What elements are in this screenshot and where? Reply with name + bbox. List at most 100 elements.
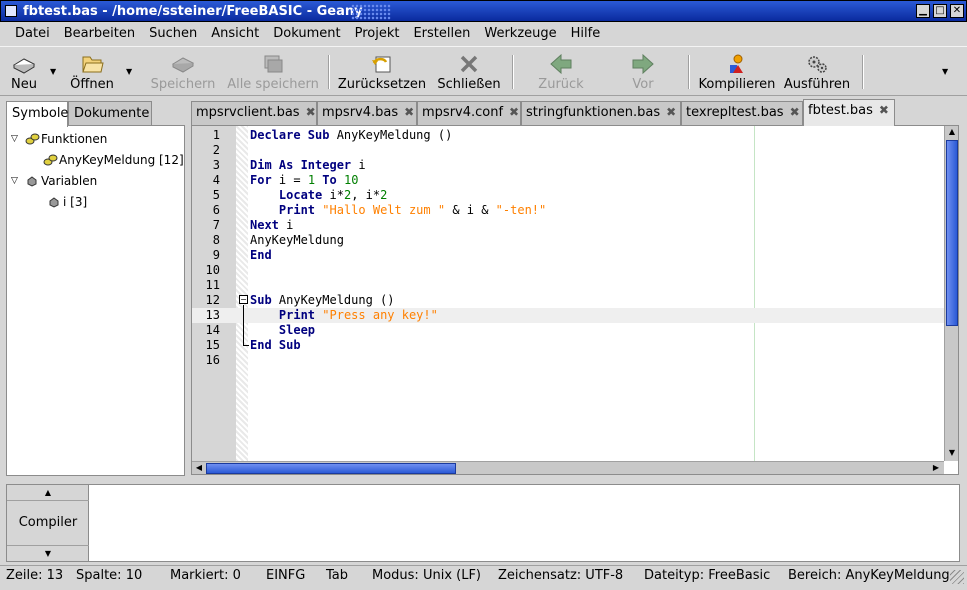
code-line[interactable]: 4 For i = 1 To 10 <box>192 173 944 188</box>
open-button[interactable]: Öffnen <box>66 51 118 95</box>
run-button[interactable]: Ausführen <box>782 51 852 95</box>
menu-bearbeiten[interactable]: Bearbeiten <box>57 26 142 41</box>
code-token: "-ten!" <box>495 203 547 217</box>
maximize-button[interactable]: □ <box>933 4 947 18</box>
compile-button[interactable]: Kompilieren <box>698 51 776 95</box>
forward-button[interactable]: Vor <box>608 51 678 95</box>
open-label: Öffnen <box>70 77 114 92</box>
revert-button[interactable]: Zurücksetzen <box>336 51 428 95</box>
save-button[interactable]: Speichern <box>148 51 218 95</box>
code-line[interactable]: 5 Locate i*2, i*2 <box>192 188 944 203</box>
menu-suchen[interactable]: Suchen <box>142 26 204 41</box>
menu-hilfe[interactable]: Hilfe <box>564 26 608 41</box>
line-number: 6 <box>212 203 220 217</box>
scroll-left-arrow[interactable]: ◀ <box>193 463 205 472</box>
tree-item-funktionen[interactable]: ▽ Funktionen <box>11 130 107 148</box>
close-tab-icon[interactable]: ✖ <box>666 105 676 119</box>
expander-open-icon[interactable]: ▽ <box>11 134 23 144</box>
code-line[interactable]: 1 Declare Sub AnyKeyMeldung () <box>192 128 944 143</box>
code-token: 2 <box>380 188 388 202</box>
close-tab-icon[interactable]: ✖ <box>790 105 800 119</box>
code-line[interactable]: 2 <box>192 143 944 158</box>
scroll-right-arrow[interactable]: ▶ <box>930 463 942 472</box>
vertical-scrollbar[interactable]: ▲ ▼ <box>944 126 958 461</box>
app-icon[interactable] <box>5 5 17 17</box>
tab-scroll-down-icon[interactable]: ▼ <box>7 545 89 561</box>
fold-collapse-icon[interactable]: − <box>239 295 248 304</box>
tree-item-anykeymeldung[interactable]: AnyKeyMeldung [12] <box>41 151 184 169</box>
tab-fbtest[interactable]: fbtest.bas ✖ <box>803 99 895 126</box>
code-line[interactable]: 7 Next i <box>192 218 944 233</box>
code-editor[interactable]: 1 Declare Sub AnyKeyMeldung () 2 3 Dim As In… <box>191 125 959 475</box>
toolbar-overflow-arrow[interactable]: ▼ <box>942 67 948 76</box>
code-line[interactable]: 9 End <box>192 248 944 263</box>
close-tab-icon[interactable]: ✖ <box>306 105 316 119</box>
code-line[interactable]: 14 Sleep <box>192 323 944 338</box>
code-line[interactable]: 8 AnyKeyMeldung <box>192 233 944 248</box>
vertical-scroll-thumb[interactable] <box>946 140 958 326</box>
close-tab-icon[interactable]: ✖ <box>509 105 519 119</box>
tab-label: mpsrv4.bas <box>322 105 399 120</box>
line-number: 7 <box>212 218 220 232</box>
code-token: i <box>278 218 294 232</box>
code-line[interactable]: 15 End Sub <box>192 338 944 353</box>
code-line[interactable]: 10 <box>192 263 944 278</box>
close-button[interactable]: Schließen <box>436 51 502 95</box>
tab-scroll-up-icon[interactable]: ▲ <box>7 485 89 501</box>
run-label: Ausführen <box>783 77 851 92</box>
code-line[interactable]: 16 <box>192 353 944 368</box>
code-token: Sub <box>250 293 272 307</box>
expander-open-icon[interactable]: ▽ <box>11 176 23 186</box>
close-tab-icon[interactable]: ✖ <box>404 105 414 119</box>
back-button[interactable]: Zurück <box>526 51 596 95</box>
compile-label: Kompilieren <box>698 77 776 92</box>
menu-projekt[interactable]: Projekt <box>348 26 407 41</box>
code-line[interactable]: 12 Sub AnyKeyMeldung () <box>192 293 944 308</box>
scroll-down-arrow[interactable]: ▼ <box>946 448 958 457</box>
new-dropdown-arrow[interactable]: ▼ <box>50 67 56 76</box>
code-token: End <box>250 248 272 262</box>
toolbar-separator <box>862 55 864 89</box>
horizontal-scroll-thumb[interactable] <box>206 463 456 474</box>
resize-grip[interactable] <box>950 570 964 584</box>
menu-ansicht[interactable]: Ansicht <box>204 26 266 41</box>
code-token: Dim As Integer <box>250 158 352 172</box>
symbol-tree: ▽ Funktionen AnyKeyMeldung [12] ▽ Variab… <box>6 125 185 476</box>
message-tabs: ▲ Compiler ▼ <box>7 485 89 561</box>
menu-dokument[interactable]: Dokument <box>266 26 347 41</box>
menu-erstellen[interactable]: Erstellen <box>406 26 477 41</box>
tab-mpsrv4-conf[interactable]: mpsrv4.conf ✖ <box>417 101 521 125</box>
scroll-up-arrow[interactable]: ▲ <box>946 127 958 136</box>
menu-datei[interactable]: Datei <box>8 26 57 41</box>
tab-symbole[interactable]: Symbole <box>6 101 68 127</box>
code-token: i <box>351 158 366 172</box>
menu-werkzeuge[interactable]: Werkzeuge <box>477 26 563 41</box>
tab-mpsrv4-bas[interactable]: mpsrv4.bas ✖ <box>317 101 417 125</box>
close-window-button[interactable]: ✕ <box>950 4 964 18</box>
minimize-button[interactable]: ▁ <box>916 4 930 18</box>
close-tab-icon[interactable]: ✖ <box>879 103 889 117</box>
tab-stringfunktionen[interactable]: stringfunktionen.bas ✖ <box>521 101 681 125</box>
save-all-button[interactable]: Alle speichern <box>226 51 320 95</box>
code-text: Sub AnyKeyMeldung () <box>250 293 395 308</box>
status-scope: Bereich: AnyKeyMeldung <box>788 568 950 583</box>
code-token: 10 <box>343 173 359 187</box>
code-line[interactable]: 11 <box>192 278 944 293</box>
tab-mpsrvclient[interactable]: mpsrvclient.bas ✖ <box>191 101 317 125</box>
new-file-icon <box>12 58 36 74</box>
tab-texrepltest[interactable]: texrepltest.bas ✖ <box>681 101 803 125</box>
new-button[interactable]: Neu <box>4 51 44 95</box>
tab-compiler[interactable]: Compiler <box>7 515 89 530</box>
horizontal-scrollbar[interactable]: ◀ ▶ <box>192 461 944 474</box>
line-number: 14 <box>205 323 220 337</box>
code-line-current[interactable]: 13 Print "Press any key!" <box>192 308 944 323</box>
code-line[interactable]: 6 Print "Hallo Welt zum " & i & "-ten!" <box>192 203 944 218</box>
tab-dokumente[interactable]: Dokumente <box>68 101 152 125</box>
code-text: Locate i*2, i*2 <box>250 188 387 203</box>
tree-item-i[interactable]: i [3] <box>45 193 87 211</box>
tree-item-variablen[interactable]: ▽ Variablen <box>11 172 97 190</box>
code-line[interactable]: 3 Dim As Integer i <box>192 158 944 173</box>
open-dropdown-arrow[interactable]: ▼ <box>126 67 132 76</box>
fold-line <box>243 305 244 345</box>
toolbar: Neu ▼ Öffnen ▼ Speichern Alle speichern … <box>0 46 967 96</box>
